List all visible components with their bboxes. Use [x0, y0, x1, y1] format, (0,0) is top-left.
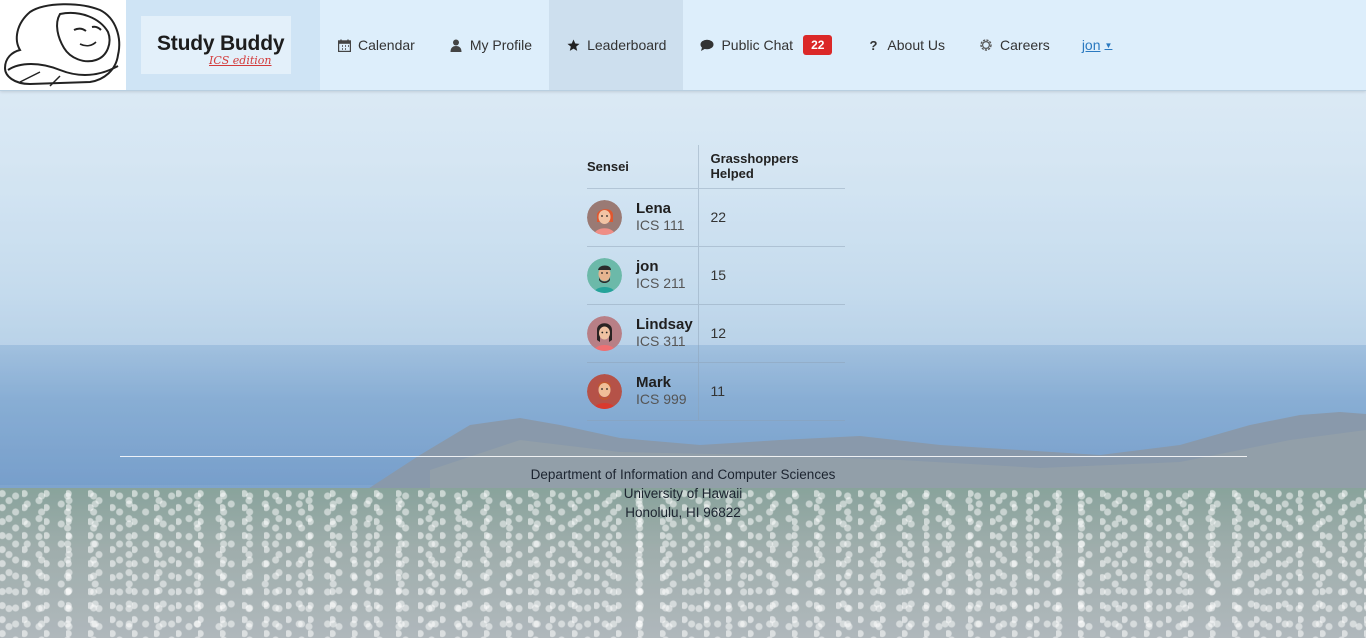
brand-area: Study Buddy ICS edition [126, 0, 320, 90]
sensei-cell: Mark ICS 999 [587, 373, 698, 409]
footer-divider [120, 456, 1247, 457]
nav-label-my-profile: My Profile [469, 37, 533, 53]
avatar [587, 199, 622, 235]
nav-item-leaderboard[interactable]: Leaderboard [549, 0, 684, 90]
user-dropdown[interactable]: jon ▼ [1067, 0, 1128, 90]
leaderboard-table: Sensei Grasshoppers Helped Lena ICS 111 [587, 145, 845, 421]
sensei-name: Lena [636, 200, 672, 217]
nav-item-public-chat[interactable]: Public Chat 22 [683, 0, 849, 90]
caret-down-icon: ▼ [1104, 40, 1113, 50]
sensei-course: ICS 211 [636, 275, 686, 291]
table-row: jon ICS 211 15 [587, 246, 845, 305]
mascot-logo[interactable] [0, 0, 126, 90]
sensei-course: ICS 999 [636, 391, 687, 407]
footer-address: Honolulu, HI 96822 [625, 505, 741, 520]
sensei-cell: Lena ICS 111 [587, 199, 698, 235]
nav-label-public-chat: Public Chat [721, 37, 794, 53]
helped-count: 15 [697, 246, 845, 305]
nav-item-my-profile[interactable]: My Profile [432, 0, 549, 90]
footer-department: Department of Information and Computer S… [530, 467, 836, 482]
user-icon [449, 38, 463, 52]
brand-subtitle: ICS edition [209, 54, 272, 67]
nav-label-leaderboard: Leaderboard [587, 37, 667, 53]
sensei-cell: jon ICS 211 [587, 257, 698, 293]
mascot-image [3, 3, 121, 87]
sensei-name: Lindsay [636, 316, 693, 333]
helped-count: 11 [697, 362, 845, 421]
header-grasshoppers-helped: Grasshoppers Helped [697, 145, 845, 189]
sensei-course: ICS 311 [636, 333, 686, 349]
chat-icon [700, 38, 714, 52]
calendar-icon [337, 38, 351, 52]
header-sensei: Sensei [587, 145, 698, 189]
brand-logo[interactable]: Study Buddy ICS edition [141, 16, 291, 74]
chat-count-badge: 22 [803, 35, 833, 55]
avatar [587, 315, 622, 351]
avatar [587, 257, 622, 293]
footer: Department of Information and Computer S… [0, 465, 1366, 522]
helped-count: 22 [697, 188, 845, 247]
nav-label-careers: Careers [1000, 37, 1050, 53]
table-row: Lindsay ICS 311 12 [587, 304, 845, 363]
sensei-name: Mark [636, 374, 672, 391]
nav-item-about-us[interactable]: ? About Us [849, 0, 962, 90]
sensei-course: ICS 111 [636, 217, 685, 233]
nav-label-calendar: Calendar [358, 37, 415, 53]
nav-item-careers[interactable]: Careers [962, 0, 1067, 90]
helped-count: 12 [697, 304, 845, 363]
user-name: jon [1081, 37, 1101, 53]
star-icon [566, 38, 580, 52]
sensei-cell: Lindsay ICS 311 [587, 315, 698, 351]
nav-item-calendar[interactable]: Calendar [320, 0, 432, 90]
avatar [587, 373, 622, 409]
question-icon: ? [869, 37, 878, 53]
sensei-name: jon [636, 258, 659, 275]
brand-title: Study Buddy [157, 32, 285, 55]
footer-university: University of Hawaii [623, 486, 743, 501]
table-row: Mark ICS 999 11 [587, 362, 845, 421]
table-row: Lena ICS 111 22 [587, 188, 845, 247]
top-navbar: Study Buddy ICS edition Calendar My Prof… [0, 0, 1366, 91]
nav-menu: Calendar My Profile Leaderboard Public C… [320, 0, 1127, 90]
table-header-row: Sensei Grasshoppers Helped [587, 145, 845, 189]
gear-icon [979, 38, 993, 52]
nav-label-about-us: About Us [887, 37, 946, 53]
